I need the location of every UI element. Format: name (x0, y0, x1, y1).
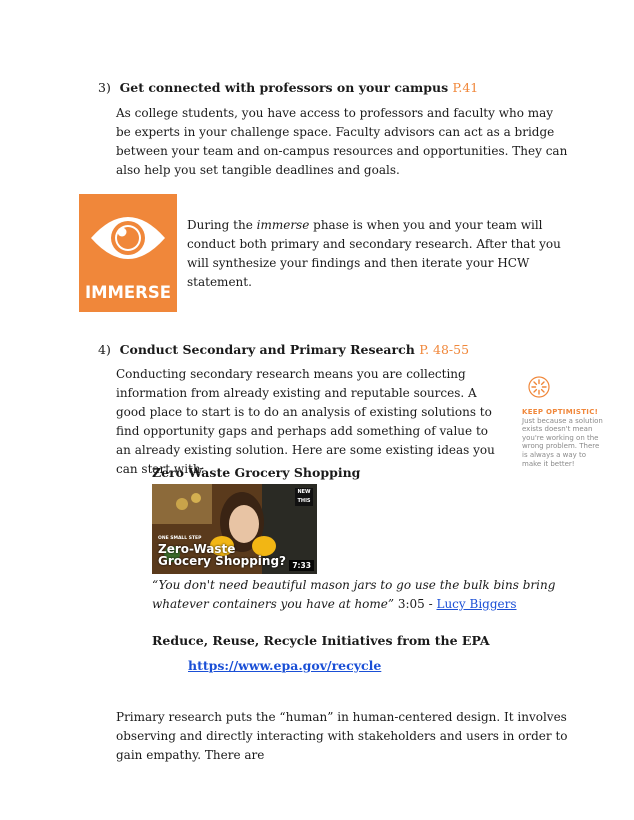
section-title: Conduct Secondary and Primary Research (119, 342, 415, 357)
text: During the (187, 218, 257, 232)
page-reference: P.41 (452, 80, 479, 95)
immerse-label: IMMERSE (84, 283, 172, 302)
section-3-heading: 3) Get connected with professors on your… (98, 80, 478, 95)
video-small-tag: ONE SMALL STEP (158, 536, 202, 541)
section-number: 4) (98, 342, 111, 357)
immerse-badge: IMMERSE (79, 194, 177, 312)
section-title: Get connected with professors on your ca… (119, 80, 449, 95)
video-quote: “You don't need beautiful mason jars to … (152, 576, 562, 614)
video-duration: 7:33 (289, 560, 314, 571)
sun-burst-icon (528, 376, 550, 398)
author-link[interactable]: Lucy Biggers (436, 597, 516, 611)
epa-link[interactable]: https://www.epa.gov/recycle (188, 658, 381, 673)
eye-icon (91, 217, 165, 259)
immerse-description: During the immerse phase is when you and… (187, 216, 567, 292)
idea-title: Reduce, Reuse, Recycle Initiatives from … (152, 633, 490, 648)
video-badge: NEW THIS (295, 488, 313, 506)
section-4-heading: 4) Conduct Secondary and Primary Researc… (98, 342, 469, 357)
video-thumbnail[interactable]: NEW THIS ONE SMALL STEP Zero-Waste Groce… (152, 484, 317, 574)
quote-timestamp: 3:05 - (394, 597, 437, 611)
tip-body: Just because a solution exists doesn't m… (522, 416, 603, 468)
section-4-body: Conducting secondary research means you … (116, 367, 495, 476)
page-reference: P. 48-55 (419, 342, 470, 357)
emphasis: immerse (256, 218, 310, 232)
section-number: 3) (98, 80, 111, 95)
video-title: Zero-Waste Grocery Shopping? (158, 543, 286, 567)
video-title-line: Grocery Shopping? (158, 554, 286, 568)
tip-callout: KEEP OPTIMISTIC! Just because a solution… (522, 408, 604, 468)
primary-research-body: Primary research puts the “human” in hum… (116, 710, 568, 762)
idea-title: Zero Waste Grocery Shopping (152, 465, 361, 480)
tip-title: KEEP OPTIMISTIC! (522, 408, 599, 416)
section-3-body: As college students, you have access to … (116, 106, 568, 177)
